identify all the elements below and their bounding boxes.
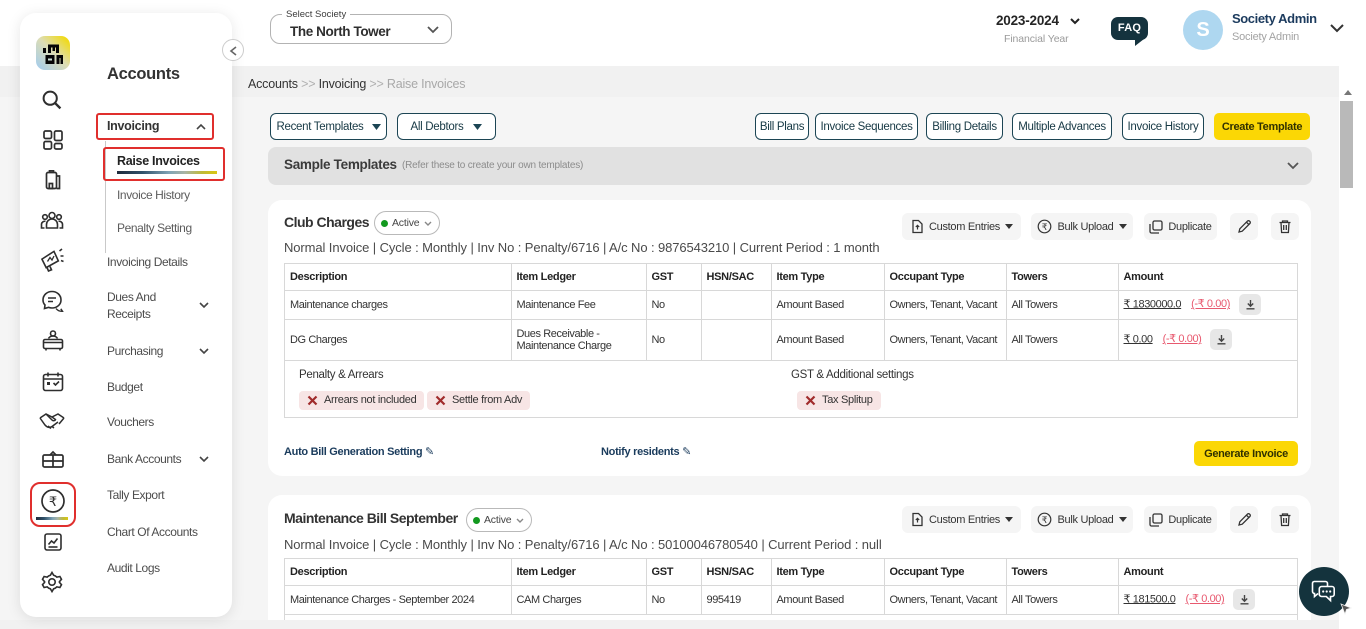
svg-text:₹: ₹: [1042, 222, 1048, 232]
svg-text:₹: ₹: [1042, 515, 1048, 525]
